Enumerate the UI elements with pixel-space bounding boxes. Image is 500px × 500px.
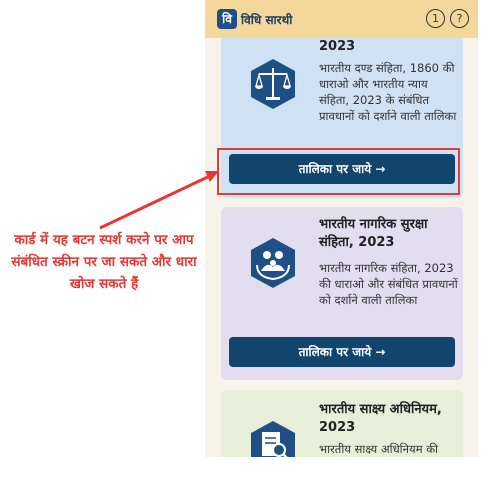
annotation-text: कार्ड में यह बटन स्पर्श करने पर आप संबंध… [11,232,197,292]
